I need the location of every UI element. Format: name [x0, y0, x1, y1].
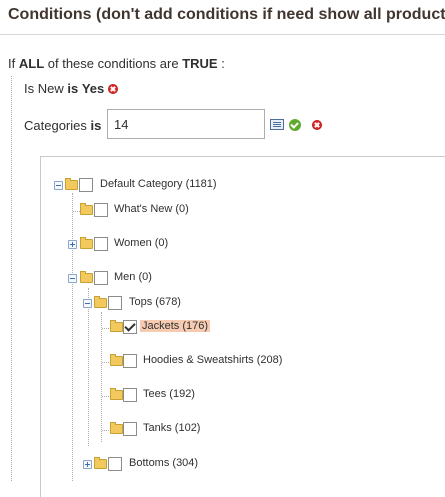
- category-checkbox[interactable]: [123, 388, 137, 402]
- rule-prefix: If: [8, 56, 16, 71]
- category-label[interactable]: Tees (192): [143, 388, 195, 400]
- condition-is-new: Is New is Yes: [24, 81, 104, 96]
- category-label[interactable]: Hoodies & Sweatshirts (208): [143, 354, 282, 366]
- folder-icon: [94, 457, 107, 469]
- rule-tree-line: [11, 76, 12, 481]
- chooser-icon[interactable]: [270, 119, 284, 130]
- expander-icon[interactable]: [68, 240, 77, 249]
- value-link[interactable]: Yes: [82, 81, 104, 96]
- apply-icon[interactable]: [289, 119, 301, 131]
- category-label[interactable]: Default Category (1181): [100, 178, 217, 190]
- tree-guide: [102, 396, 109, 397]
- folder-icon: [110, 388, 123, 400]
- category-checkbox[interactable]: [123, 320, 137, 334]
- tree-guide: [102, 328, 109, 329]
- remove-icon[interactable]: [108, 84, 118, 94]
- categories-value-input[interactable]: [107, 109, 265, 139]
- category-label[interactable]: Tops (678): [129, 296, 181, 308]
- operator-link[interactable]: is: [67, 81, 78, 96]
- tree-guide: [72, 193, 73, 481]
- category-label[interactable]: Jackets (176): [140, 320, 211, 332]
- category-checkbox[interactable]: [94, 237, 108, 251]
- tree-guide: [101, 312, 102, 442]
- folder-icon: [94, 296, 107, 308]
- condition-categories: Categories is: [24, 118, 101, 133]
- rule-middle: of these conditions are: [47, 56, 179, 71]
- header-divider: [0, 34, 445, 35]
- folder-icon: [110, 320, 123, 332]
- tree-guide: [88, 288, 89, 446]
- folder-icon: [80, 237, 93, 249]
- condition-attribute: Is New: [24, 81, 64, 96]
- category-label[interactable]: What's New (0): [114, 203, 189, 215]
- condition-attribute: Categories: [24, 118, 87, 133]
- category-checkbox[interactable]: [79, 178, 93, 192]
- folder-icon: [80, 271, 93, 283]
- category-checkbox[interactable]: [123, 354, 137, 368]
- category-checkbox[interactable]: [94, 271, 108, 285]
- value-link[interactable]: TRUE: [182, 56, 217, 71]
- tree-guide: [102, 362, 109, 363]
- remove-icon[interactable]: [312, 120, 322, 130]
- folder-icon: [65, 178, 78, 190]
- tree-guide: [73, 211, 80, 212]
- expander-icon[interactable]: [68, 274, 77, 283]
- category-label[interactable]: Tanks (102): [143, 422, 200, 434]
- aggregator-link[interactable]: ALL: [19, 56, 44, 71]
- rule-suffix: :: [221, 56, 225, 71]
- category-checkbox[interactable]: [94, 203, 108, 217]
- folder-icon: [110, 354, 123, 366]
- expander-icon[interactable]: [54, 181, 63, 190]
- category-label[interactable]: Men (0): [114, 271, 152, 283]
- folder-icon: [110, 422, 123, 434]
- category-checkbox[interactable]: [108, 457, 122, 471]
- category-label[interactable]: Women (0): [114, 237, 168, 249]
- category-label[interactable]: Bottoms (304): [129, 457, 198, 469]
- category-checkbox[interactable]: [108, 296, 122, 310]
- expander-icon[interactable]: [83, 299, 92, 308]
- section-title: Conditions (don't add conditions if need…: [8, 6, 445, 23]
- tree-guide: [102, 430, 109, 431]
- rule-line: If ALL of these conditions are TRUE :: [8, 56, 225, 71]
- expander-icon[interactable]: [83, 460, 92, 469]
- folder-icon: [80, 203, 93, 215]
- category-checkbox[interactable]: [123, 422, 137, 436]
- operator-link[interactable]: is: [91, 118, 102, 133]
